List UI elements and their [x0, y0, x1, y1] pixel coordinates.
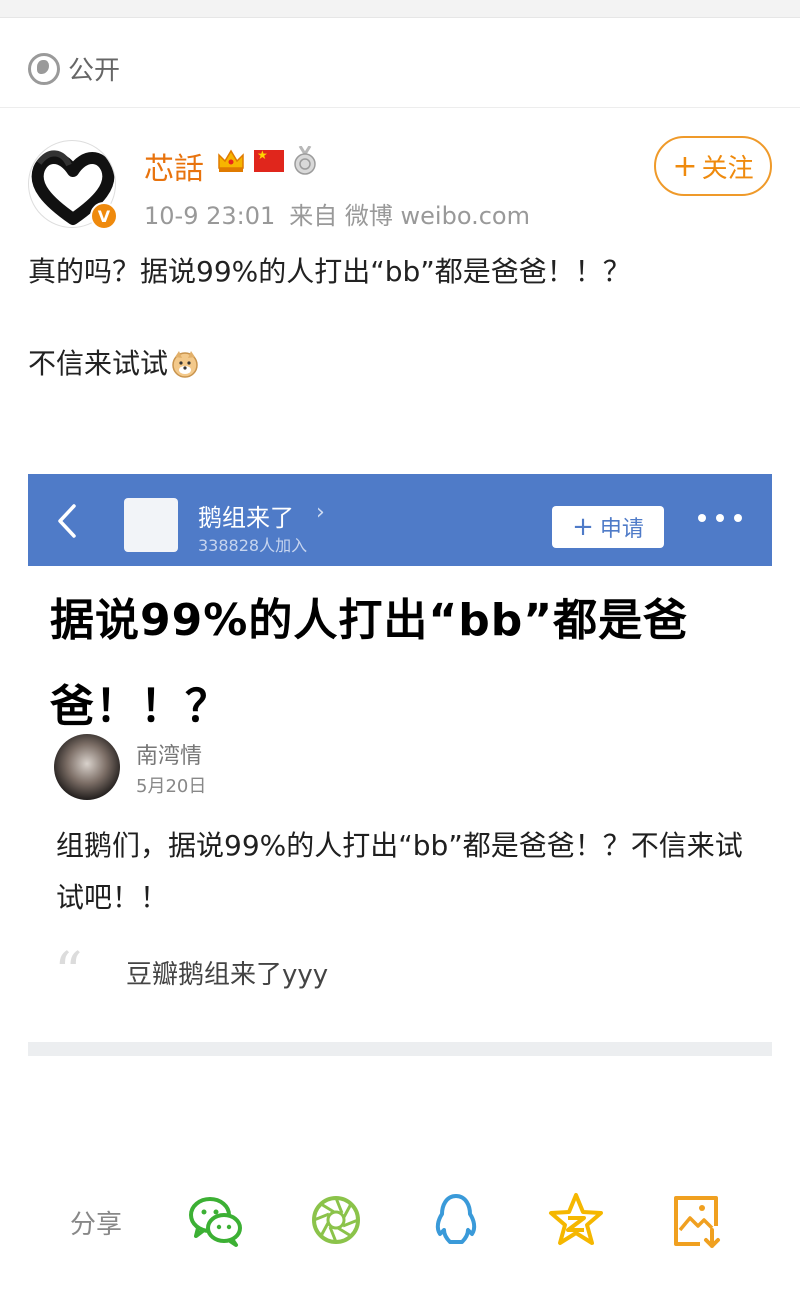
embed-author-name: 南湾情	[136, 744, 203, 769]
post-text-line2-text: 不信来试试	[28, 347, 169, 380]
post-meta: 10-9 23:01 来自 微博 weibo.com	[144, 196, 530, 231]
embed-date: 5月20日	[136, 776, 207, 797]
doge-emoji-icon	[172, 351, 198, 378]
post-source: 来自 微博 weibo.com	[289, 202, 530, 230]
follow-button[interactable]: + 关注	[654, 136, 772, 196]
post-time: 10-9 23:01	[144, 202, 276, 230]
moments-icon[interactable]	[306, 1190, 366, 1250]
embed-source: 豆瓣鹅组来了yyy	[126, 960, 329, 990]
author-header: V 芯話 10-9 23:01 来自 微博 weibo.com + 关注	[28, 136, 772, 231]
qq-icon[interactable]	[426, 1190, 486, 1250]
top-bar	[0, 0, 800, 18]
post-text-line1: 真的吗？据说99%的人打出“bb”都是爸爸！！？	[28, 255, 631, 288]
share-bar: 分享	[0, 1190, 800, 1260]
plus-icon: +	[672, 148, 698, 184]
group-member-count: 338828人加入	[198, 536, 308, 555]
more-icon[interactable]	[698, 514, 742, 524]
crown-icon	[218, 149, 244, 172]
quote-icon: “	[54, 941, 83, 1006]
badge-row	[216, 146, 318, 176]
embed-body: 组鹅们，据说99%的人打出“bb”都是爸爸！？不信来试试吧！！	[56, 829, 743, 914]
embed-author-avatar	[54, 734, 120, 800]
group-thumbnail	[124, 498, 178, 552]
qzone-icon[interactable]	[546, 1190, 606, 1250]
china-flag-icon	[254, 148, 284, 172]
save-image-icon[interactable]	[666, 1190, 726, 1250]
embedded-image[interactable]: 鹅组来了 › 338828人加入 + 申请 据说99%的人打出“bb”都是爸爸！…	[28, 474, 772, 1058]
apply-label: 申请	[599, 517, 644, 542]
group-name[interactable]: 鹅组来了	[198, 498, 294, 533]
verified-badge-icon: V	[90, 202, 118, 230]
post-text-line2: 不信来试试	[28, 342, 200, 386]
privacy-label: 公开	[68, 56, 121, 86]
embed-title: 据说99%的人打出“bb”都是爸爸！！？	[50, 595, 689, 732]
embed-divider	[28, 1042, 772, 1056]
globe-icon	[28, 52, 60, 85]
plus-icon: +	[572, 512, 594, 542]
author-name[interactable]: 芯話	[144, 144, 204, 188]
wechat-icon[interactable]	[186, 1190, 246, 1250]
privacy-row[interactable]: 公开	[0, 30, 800, 108]
back-arrow-icon[interactable]	[54, 502, 80, 540]
chevron-right-icon: ›	[316, 500, 325, 525]
share-label: 分享	[70, 1210, 123, 1240]
apply-button[interactable]: + 申请	[552, 506, 664, 548]
follow-label: 关注	[701, 153, 754, 184]
group-header: 鹅组来了 › 338828人加入 + 申请	[28, 474, 772, 566]
medal-icon	[294, 146, 316, 175]
